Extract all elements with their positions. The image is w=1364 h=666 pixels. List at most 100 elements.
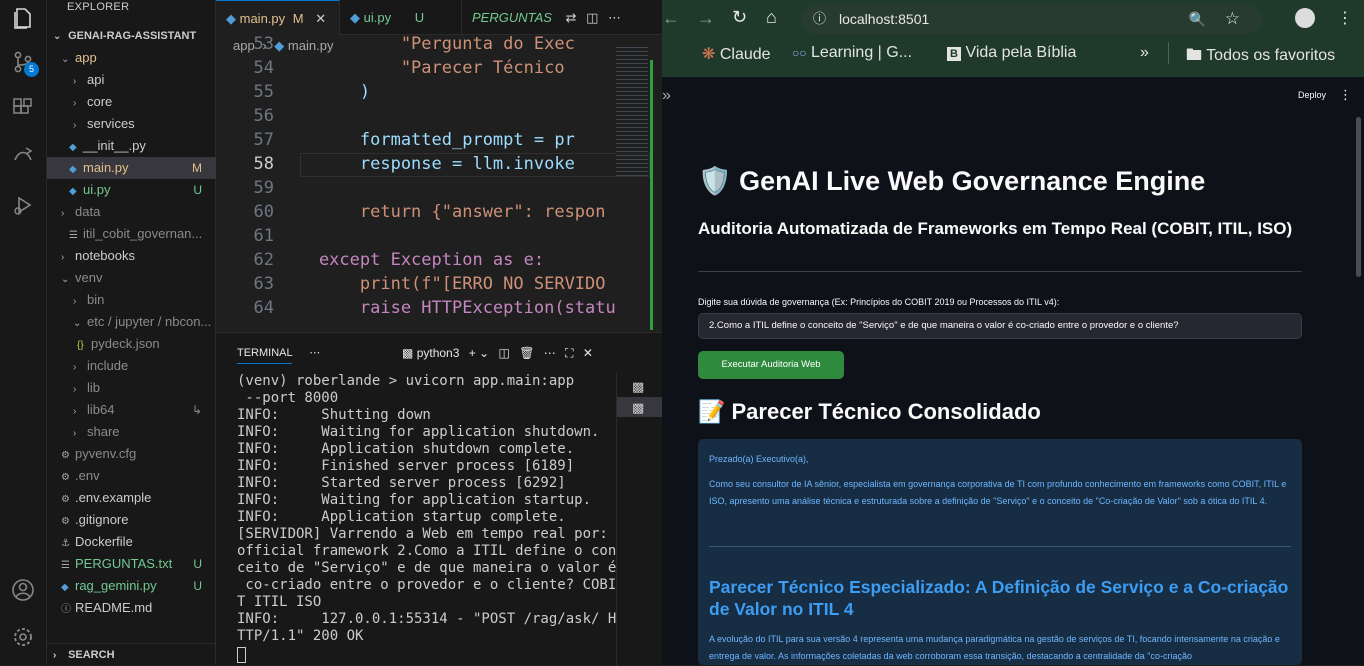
terminal-instance-icon[interactable]: ▩ — [632, 379, 644, 395]
code-line: "Parecer Técnico — [278, 58, 575, 78]
tab-ui-py[interactable]: ◆ ui.py U — [340, 0, 462, 35]
tree-item[interactable]: ⓘ README.md — [47, 597, 216, 619]
split-terminal-icon[interactable]: ◫ — [499, 346, 510, 360]
browser-menu-icon[interactable]: ⋮ — [1337, 8, 1353, 28]
tree-item-label: api — [87, 72, 105, 87]
tree-item[interactable]: {} pydeck.json — [47, 333, 216, 355]
tree-item-label: pydeck.json — [91, 336, 160, 351]
close-icon[interactable]: ✕ — [315, 11, 326, 26]
workspace-root[interactable]: ⌄ GENAI-RAG-ASSISTANT — [47, 25, 216, 47]
more-actions-icon[interactable]: ⋯ — [544, 346, 556, 360]
tree-item[interactable]: › lib64 ↳ — [47, 399, 216, 421]
tree-item[interactable]: › share — [47, 421, 216, 443]
site-info-icon[interactable]: ⓘ — [813, 4, 826, 34]
bookmark-all-favorites[interactable]: 🖿 Todos os favoritos — [1186, 44, 1335, 71]
tree-item[interactable]: ◆ ui.py U — [47, 179, 216, 201]
search-section[interactable]: › SEARCH — [47, 643, 216, 665]
terminal-instance-icon[interactable]: ▩ — [632, 400, 644, 416]
code-line: return {"answer": respon — [278, 202, 606, 222]
app-menu-icon[interactable]: ⋮ — [1339, 87, 1352, 103]
tree-item[interactable]: ⌄ app — [47, 47, 216, 69]
code-line: raise HTTPException(statu — [278, 298, 616, 318]
run-debug-icon[interactable] — [10, 194, 36, 220]
tree-item[interactable]: ⚙ pyvenv.cfg — [47, 443, 216, 465]
tree-item[interactable]: › bin — [47, 289, 216, 311]
settings-file-icon: ⚙ — [61, 472, 70, 483]
line-number: 58 — [253, 154, 274, 174]
tree-item[interactable]: ⚙ .gitignore — [47, 509, 216, 531]
tab-main-py[interactable]: ◆ main.py M ✕ — [216, 0, 340, 35]
tree-item[interactable]: ◆ main.py M — [47, 157, 216, 179]
minimap[interactable] — [616, 46, 648, 176]
extensions-icon[interactable] — [10, 97, 36, 123]
tab-terminal[interactable]: TERMINAL — [237, 347, 293, 364]
add-terminal-icon[interactable]: + — [469, 346, 476, 360]
tree-item[interactable]: ⌄ etc / jupyter / nbcon... — [47, 311, 216, 333]
settings-file-icon: ⚙ — [61, 516, 70, 527]
remote-explorer-icon[interactable] — [10, 144, 36, 170]
tree-item-label: PERGUNTAS.txt — [75, 556, 173, 571]
terminal-shell-selector[interactable]: ▩ python3 + ⌄ ◫ 🗑 ⋯ ⛶ ✕ — [402, 333, 593, 373]
browser-window: ← → ↻ ⌂ ⓘ localhost:8501 🔍 ☆ ⋮ ❋ Claude … — [662, 0, 1364, 665]
tree-item[interactable]: › services — [47, 113, 216, 135]
deploy-button[interactable]: Deploy — [1298, 90, 1326, 100]
back-icon[interactable]: ← — [662, 8, 680, 29]
scrollbar[interactable] — [1356, 117, 1361, 277]
diff-gutter-bar — [650, 60, 653, 330]
bookmark-vida-pela-biblia[interactable]: B Vida pela Bíblia — [947, 44, 1076, 62]
address-bar[interactable]: ⓘ localhost:8501 🔍 ☆ — [802, 4, 1262, 34]
terminal-line: co-criado entre o provedor e o cliente? … — [237, 577, 617, 593]
maximize-panel-icon[interactable]: ⛶ — [565, 346, 573, 360]
trash-icon[interactable]: 🗑 — [519, 346, 534, 360]
account-icon[interactable] — [10, 578, 36, 604]
tree-item[interactable]: ⚙ .env — [47, 465, 216, 487]
python-file-icon: ◆ — [69, 186, 77, 197]
search-section-label: SEARCH — [68, 649, 115, 661]
tree-item[interactable]: › lib — [47, 377, 216, 399]
line-number: 60 — [253, 202, 274, 222]
tree-item[interactable]: ☰ PERGUNTAS.txt U — [47, 553, 216, 575]
tree-item-label: data — [75, 204, 101, 219]
terminal-line: official framework 2.Como a ITIL define … — [237, 543, 617, 559]
explorer-icon[interactable] — [10, 6, 36, 32]
tree-item-label: README.md — [75, 600, 153, 615]
chevron-right-icon: › — [73, 428, 77, 439]
code-line: "Pergunta do Exec — [278, 34, 575, 54]
forward-icon[interactable]: → — [697, 8, 715, 29]
more-actions-icon[interactable]: ⋯ — [608, 10, 621, 25]
tree-item-label: ui.py — [83, 182, 111, 197]
tree-item[interactable]: › include — [47, 355, 216, 377]
more-actions-icon[interactable]: ⋯ — [309, 347, 320, 359]
compare-changes-icon[interactable]: ⇄ — [566, 10, 577, 25]
bookmarks-overflow-icon[interactable]: » — [1140, 44, 1149, 62]
bookmark-learning[interactable]: ○○ Learning | G... — [792, 44, 912, 62]
tree-item[interactable]: › api — [47, 69, 216, 91]
chevron-down-icon[interactable]: ⌄ — [479, 346, 489, 360]
bookmark-star-icon[interactable]: ☆ — [1225, 4, 1240, 34]
python-file-icon: ◆ — [61, 582, 69, 593]
tree-item[interactable]: ☰ itil_cobit_governan... — [47, 223, 216, 245]
bookmark-claude[interactable]: ❋ Claude — [702, 44, 771, 64]
tree-item[interactable]: ⚙ .env.example — [47, 487, 216, 509]
home-icon[interactable]: ⌂ — [766, 7, 777, 28]
text-file-icon: ☰ — [61, 560, 70, 571]
expand-sidebar-icon[interactable]: » — [662, 87, 671, 105]
tree-item[interactable]: › data — [47, 201, 216, 223]
tab-perguntas[interactable]: PERGUNTAS ⇄ ◫ ⋯ — [462, 0, 662, 35]
zoom-icon[interactable]: 🔍 — [1189, 4, 1206, 34]
tree-item[interactable]: ⌄ venv — [47, 267, 216, 289]
tree-item[interactable]: ⚓ Dockerfile — [47, 531, 216, 553]
close-panel-icon[interactable]: ✕ — [583, 346, 593, 360]
tab-label: ui.py — [363, 10, 392, 25]
profile-avatar[interactable] — [1295, 8, 1315, 28]
split-editor-icon[interactable]: ◫ — [586, 10, 598, 25]
tree-item[interactable]: › notebooks — [47, 245, 216, 267]
reload-icon[interactable]: ↻ — [732, 7, 747, 28]
question-input[interactable]: 2.Como a ITIL define o conceito de "Serv… — [698, 313, 1302, 339]
tree-item[interactable]: ◆ __init__.py — [47, 135, 216, 157]
workspace-root-label: GENAI-RAG-ASSISTANT — [68, 30, 197, 42]
tree-item[interactable]: ◆ rag_gemini.py U — [47, 575, 216, 597]
settings-gear-icon[interactable] — [10, 626, 36, 652]
tree-item[interactable]: › core — [47, 91, 216, 113]
run-audit-button[interactable]: Executar Auditoria Web — [698, 351, 844, 379]
